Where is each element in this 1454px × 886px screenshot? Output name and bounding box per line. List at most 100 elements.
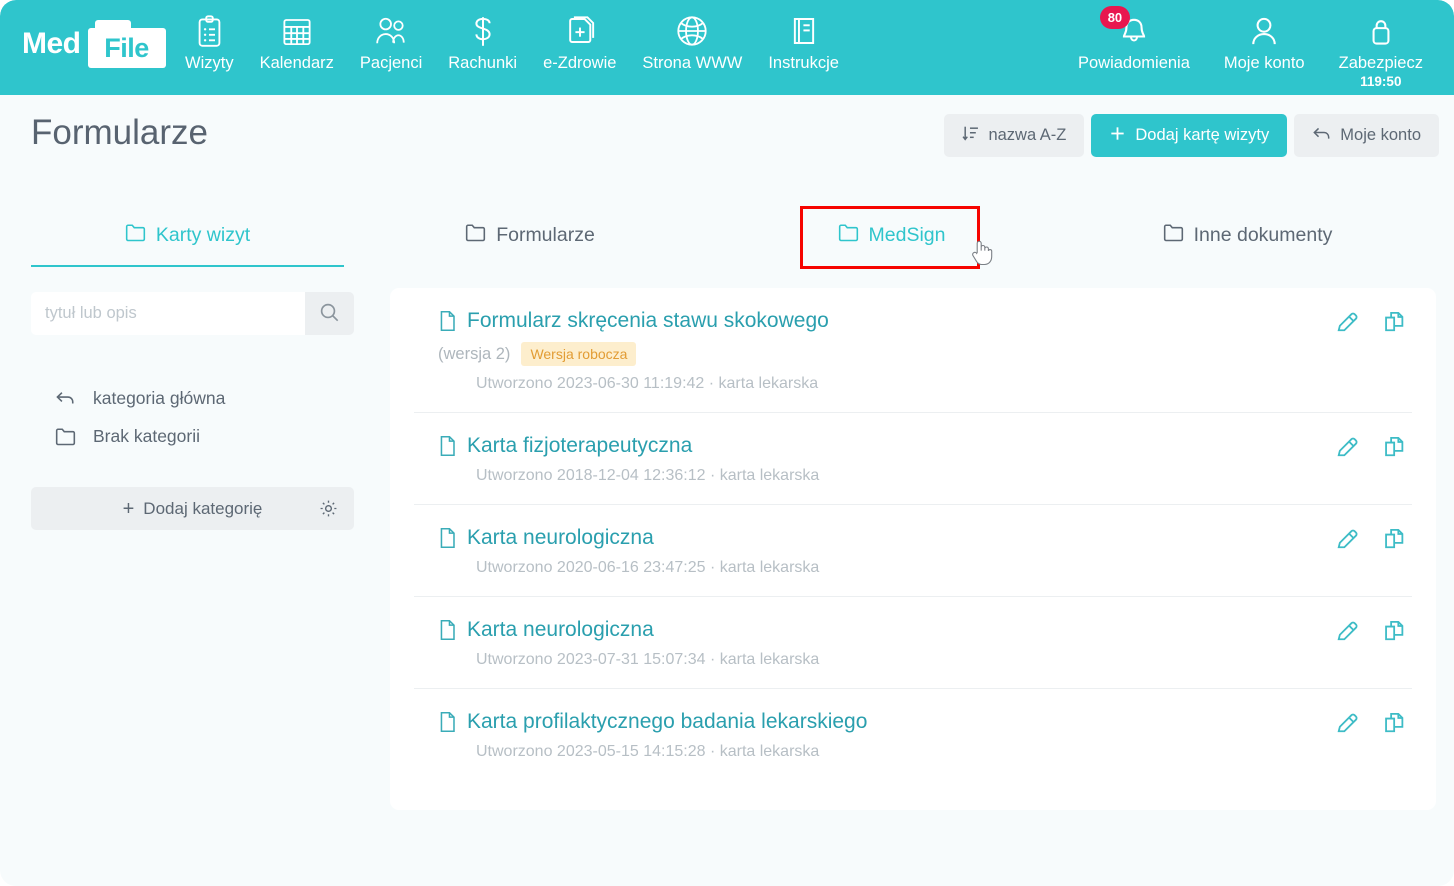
pencil-icon[interactable] bbox=[1334, 709, 1361, 736]
nav-item-powiadomienia[interactable]: 80 Powiadomienia bbox=[1061, 12, 1207, 73]
category-list: kategoria główna Brak kategorii bbox=[31, 379, 354, 455]
search-input[interactable] bbox=[31, 292, 305, 335]
list-item[interactable]: Karta neurologiczna Utworzono 2020-06-16… bbox=[414, 505, 1412, 597]
nav-item-zabezpiecz[interactable]: Zabezpiecz 119:50 bbox=[1322, 12, 1440, 89]
nav-item-strona-www[interactable]: Strona WWW bbox=[629, 12, 755, 73]
nav-label: Wizyty bbox=[185, 54, 234, 73]
copy-icon[interactable] bbox=[1381, 525, 1408, 552]
search-button[interactable] bbox=[305, 292, 354, 335]
notification-count-badge: 80 bbox=[1100, 6, 1130, 29]
copy-icon[interactable] bbox=[1381, 617, 1408, 644]
add-visit-card-label: Dodaj kartę wizyty bbox=[1135, 126, 1269, 145]
nav-item-instrukcje[interactable]: Instrukcje bbox=[755, 12, 852, 73]
row-actions bbox=[1334, 525, 1408, 552]
copy-icon[interactable] bbox=[1381, 433, 1408, 460]
document-version-row: (wersja 2) Wersja robocza bbox=[414, 342, 1412, 366]
folder-icon bbox=[55, 427, 76, 446]
document-title-text: Karta neurologiczna bbox=[467, 618, 654, 642]
my-account-back-label: Moje konto bbox=[1340, 126, 1421, 145]
document-title-link[interactable]: Karta neurologiczna bbox=[414, 526, 1412, 550]
document-title-link[interactable]: Formularz skręcenia stawu skokowego bbox=[414, 309, 1412, 333]
pencil-icon[interactable] bbox=[1334, 308, 1361, 335]
nav-label: Rachunki bbox=[448, 54, 517, 73]
nav-label: Strona WWW bbox=[642, 54, 742, 73]
sort-button-label: nazwa A-Z bbox=[988, 126, 1066, 145]
tab-inne-dokumenty[interactable]: Inne dokumenty bbox=[1140, 205, 1355, 265]
add-category-button[interactable]: + Dodaj kategorię bbox=[31, 487, 354, 530]
logo-folder-icon: File bbox=[88, 20, 166, 68]
nav-label: Kalendarz bbox=[260, 54, 334, 73]
top-navigation-bar: Med File bbox=[0, 0, 1454, 95]
copy-icon[interactable] bbox=[1381, 308, 1408, 335]
row-actions bbox=[1334, 709, 1408, 736]
nav-item-wizyty[interactable]: Wizyty bbox=[172, 12, 247, 73]
document-title-link[interactable]: Karta profilaktycznego badania lekarskie… bbox=[414, 710, 1412, 734]
pencil-icon[interactable] bbox=[1334, 525, 1361, 552]
document-title-link[interactable]: Karta fizjoterapeutyczna bbox=[414, 434, 1412, 458]
nav-item-rachunki[interactable]: Rachunki bbox=[435, 12, 530, 73]
document-title-text: Karta profilaktycznego badania lekarskie… bbox=[467, 710, 867, 734]
nav-item-moje-konto[interactable]: Moje konto bbox=[1207, 12, 1322, 73]
add-visit-card-button[interactable]: Dodaj kartę wizyty bbox=[1091, 114, 1287, 157]
file-icon bbox=[438, 527, 457, 549]
app-window: Med File bbox=[0, 0, 1454, 886]
tab-formularze[interactable]: Formularze bbox=[390, 205, 670, 265]
list-item[interactable]: Karta fizjoterapeutyczna Utworzono 2018-… bbox=[414, 413, 1412, 505]
calendar-icon bbox=[282, 12, 312, 50]
copy-icon[interactable] bbox=[1381, 709, 1408, 736]
row-actions bbox=[1334, 433, 1408, 460]
tab-karty-wizyt[interactable]: Karty wizyt bbox=[31, 205, 344, 265]
main-nav: Wizyty Kalendarz bbox=[172, 12, 852, 73]
back-arrow-icon bbox=[1312, 125, 1331, 147]
sidebar-item-brak-kategorii[interactable]: Brak kategorii bbox=[31, 417, 354, 455]
gear-icon[interactable] bbox=[319, 499, 338, 523]
users-icon bbox=[374, 12, 408, 50]
user-icon bbox=[1249, 12, 1279, 50]
sort-descending-icon bbox=[962, 125, 979, 147]
sort-button[interactable]: nazwa A-Z bbox=[944, 114, 1084, 157]
nav-label: Pacjenci bbox=[360, 54, 422, 73]
pencil-icon[interactable] bbox=[1334, 617, 1361, 644]
folder-icon bbox=[125, 223, 146, 248]
add-category-label: Dodaj kategorię bbox=[143, 499, 262, 519]
logo-text-file: File bbox=[88, 28, 166, 68]
file-icon bbox=[438, 619, 457, 641]
list-item[interactable]: Karta neurologiczna Utworzono 2023-07-31… bbox=[414, 597, 1412, 689]
search-icon bbox=[319, 302, 340, 326]
nav-label: Powiadomienia bbox=[1078, 54, 1190, 73]
document-meta: Utworzono 2023-06-30 11:19:42 · karta le… bbox=[414, 375, 1412, 393]
nav-label: e-Zdrowie bbox=[543, 54, 616, 73]
folder-icon bbox=[838, 223, 859, 248]
nav-item-pacjenci[interactable]: Pacjenci bbox=[347, 12, 435, 73]
plus-icon: + bbox=[123, 499, 135, 519]
document-version-text: (wersja 2) bbox=[438, 345, 510, 364]
tab-medsign[interactable]: MedSign bbox=[805, 205, 978, 265]
logo-text-med: Med bbox=[22, 29, 81, 59]
search-row bbox=[31, 292, 354, 335]
my-account-back-button[interactable]: Moje konto bbox=[1294, 114, 1439, 157]
medfile-logo[interactable]: Med File bbox=[22, 18, 166, 70]
lock-icon bbox=[1367, 12, 1395, 50]
folder-icon bbox=[1163, 223, 1184, 248]
category-sidebar: kategoria główna Brak kategorii + Dodaj … bbox=[31, 292, 354, 530]
nav-item-e-zdrowie[interactable]: e-Zdrowie bbox=[530, 12, 629, 73]
pencil-icon[interactable] bbox=[1334, 433, 1361, 460]
row-actions bbox=[1334, 617, 1408, 644]
sidebar-item-kategoria-glowna[interactable]: kategoria główna bbox=[31, 379, 354, 417]
document-title-link[interactable]: Karta neurologiczna bbox=[414, 618, 1412, 642]
nav-item-kalendarz[interactable]: Kalendarz bbox=[247, 12, 347, 73]
page-action-buttons: nazwa A-Z Dodaj kartę wizyty Moje konto bbox=[944, 114, 1439, 157]
active-tab-underline bbox=[31, 265, 344, 267]
back-arrow-icon bbox=[55, 389, 76, 407]
file-icon bbox=[438, 711, 457, 733]
file-icon bbox=[438, 310, 457, 332]
page-title: Formularze bbox=[31, 113, 208, 153]
list-item[interactable]: Formularz skręcenia stawu skokowego (wer… bbox=[414, 288, 1412, 413]
row-actions bbox=[1334, 308, 1408, 335]
list-item[interactable]: Karta profilaktycznego badania lekarskie… bbox=[414, 689, 1412, 780]
document-type-tabs: Karty wizyt Formularze MedSign bbox=[0, 205, 1454, 270]
medical-file-plus-icon bbox=[565, 12, 595, 50]
nav-label: Zabezpiecz bbox=[1339, 54, 1423, 73]
bell-icon: 80 bbox=[1119, 12, 1149, 50]
tab-label: Inne dokumenty bbox=[1194, 224, 1333, 247]
